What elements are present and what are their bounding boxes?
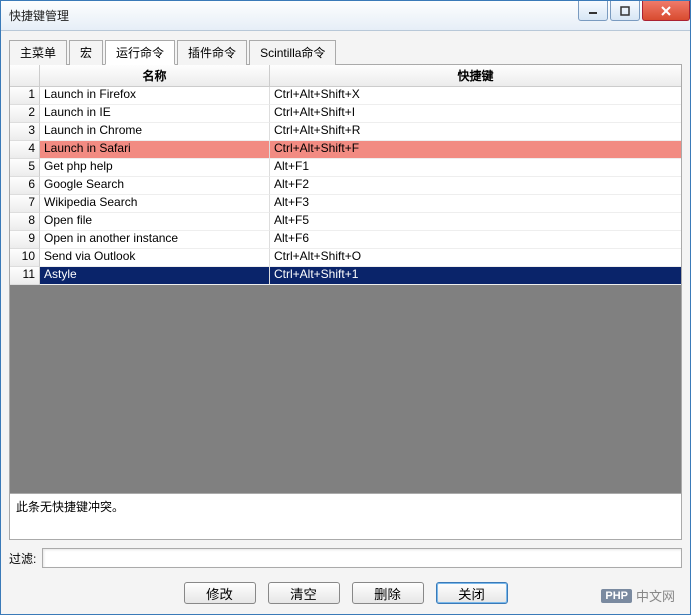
- row-name: Send via Outlook: [40, 249, 270, 267]
- table-row[interactable]: 4Launch in SafariCtrl+Alt+Shift+F: [10, 141, 681, 159]
- table-row[interactable]: 2Launch in IECtrl+Alt+Shift+I: [10, 105, 681, 123]
- table-row[interactable]: 7Wikipedia SearchAlt+F3: [10, 195, 681, 213]
- grid-header: 名称 快捷键: [10, 65, 681, 87]
- row-shortcut: Ctrl+Alt+Shift+1: [270, 267, 681, 285]
- row-number: 11: [10, 267, 40, 285]
- titlebar[interactable]: 快捷键管理: [1, 1, 690, 31]
- client-area: 主菜单宏运行命令插件命令Scintilla命令 名称 快捷键 1Launch i…: [1, 31, 690, 614]
- row-shortcut: Alt+F2: [270, 177, 681, 195]
- window: 快捷键管理 主菜单宏运行命令插件命令Scintilla命令 名称 快捷键 1La…: [0, 0, 691, 615]
- row-number: 10: [10, 249, 40, 267]
- window-controls: [576, 1, 690, 30]
- row-number: 4: [10, 141, 40, 159]
- table-row[interactable]: 9Open in another instanceAlt+F6: [10, 231, 681, 249]
- table-row[interactable]: 8Open fileAlt+F5: [10, 213, 681, 231]
- table-row[interactable]: 10Send via OutlookCtrl+Alt+Shift+O: [10, 249, 681, 267]
- window-title: 快捷键管理: [9, 7, 69, 24]
- row-name: Launch in IE: [40, 105, 270, 123]
- row-name: Get php help: [40, 159, 270, 177]
- close-icon: [660, 6, 672, 16]
- tab-2[interactable]: 运行命令: [105, 40, 175, 65]
- row-shortcut: Ctrl+Alt+Shift+I: [270, 105, 681, 123]
- shortcut-grid: 名称 快捷键 1Launch in FirefoxCtrl+Alt+Shift+…: [9, 65, 682, 494]
- table-row[interactable]: 11AstyleCtrl+Alt+Shift+1: [10, 267, 681, 285]
- row-shortcut: Ctrl+Alt+Shift+F: [270, 141, 681, 159]
- table-row[interactable]: 6Google SearchAlt+F2: [10, 177, 681, 195]
- row-shortcut: Alt+F3: [270, 195, 681, 213]
- php-badge: PHP: [601, 589, 632, 603]
- watermark-text: 中文网: [636, 586, 675, 605]
- row-name: Astyle: [40, 267, 270, 285]
- row-number: 5: [10, 159, 40, 177]
- row-name: Google Search: [40, 177, 270, 195]
- row-number: 6: [10, 177, 40, 195]
- close-dialog-button[interactable]: 关闭: [436, 582, 508, 604]
- delete-button[interactable]: 删除: [352, 582, 424, 604]
- row-shortcut: Ctrl+Alt+Shift+R: [270, 123, 681, 141]
- row-name: Open file: [40, 213, 270, 231]
- maximize-button[interactable]: [610, 1, 640, 21]
- filter-input[interactable]: [42, 548, 682, 568]
- filter-row: 过滤:: [9, 548, 682, 568]
- minimize-icon: [588, 6, 598, 16]
- tab-1[interactable]: 宏: [69, 40, 103, 65]
- grid-header-name[interactable]: 名称: [40, 65, 270, 86]
- row-name: Launch in Chrome: [40, 123, 270, 141]
- row-name: Launch in Firefox: [40, 87, 270, 105]
- row-number: 8: [10, 213, 40, 231]
- tab-0[interactable]: 主菜单: [9, 40, 67, 65]
- row-shortcut: Alt+F6: [270, 231, 681, 249]
- modify-button[interactable]: 修改: [184, 582, 256, 604]
- grid-header-num: [10, 65, 40, 86]
- maximize-icon: [620, 6, 630, 16]
- tab-4[interactable]: Scintilla命令: [249, 40, 336, 65]
- status-text: 此条无快捷键冲突。: [16, 500, 124, 514]
- row-shortcut: Alt+F5: [270, 213, 681, 231]
- row-name: Open in another instance: [40, 231, 270, 249]
- row-shortcut: Ctrl+Alt+Shift+O: [270, 249, 681, 267]
- grid-header-shortcut[interactable]: 快捷键: [270, 65, 681, 86]
- grid-body[interactable]: 1Launch in FirefoxCtrl+Alt+Shift+X2Launc…: [10, 87, 681, 493]
- close-button[interactable]: [642, 1, 690, 21]
- status-panel: 此条无快捷键冲突。: [9, 494, 682, 540]
- table-row[interactable]: 5Get php helpAlt+F1: [10, 159, 681, 177]
- tab-bar: 主菜单宏运行命令插件命令Scintilla命令: [9, 39, 682, 65]
- minimize-button[interactable]: [578, 1, 608, 21]
- table-row[interactable]: 1Launch in FirefoxCtrl+Alt+Shift+X: [10, 87, 681, 105]
- row-number: 2: [10, 105, 40, 123]
- row-number: 7: [10, 195, 40, 213]
- table-row[interactable]: 3Launch in ChromeCtrl+Alt+Shift+R: [10, 123, 681, 141]
- row-shortcut: Alt+F1: [270, 159, 681, 177]
- watermark: PHP 中文网: [601, 586, 675, 605]
- row-name: Launch in Safari: [40, 141, 270, 159]
- row-name: Wikipedia Search: [40, 195, 270, 213]
- row-number: 1: [10, 87, 40, 105]
- clear-button[interactable]: 清空: [268, 582, 340, 604]
- row-number: 9: [10, 231, 40, 249]
- filter-label: 过滤:: [9, 550, 36, 567]
- tab-3[interactable]: 插件命令: [177, 40, 247, 65]
- row-number: 3: [10, 123, 40, 141]
- row-shortcut: Ctrl+Alt+Shift+X: [270, 87, 681, 105]
- button-bar: 修改 清空 删除 关闭: [9, 576, 682, 606]
